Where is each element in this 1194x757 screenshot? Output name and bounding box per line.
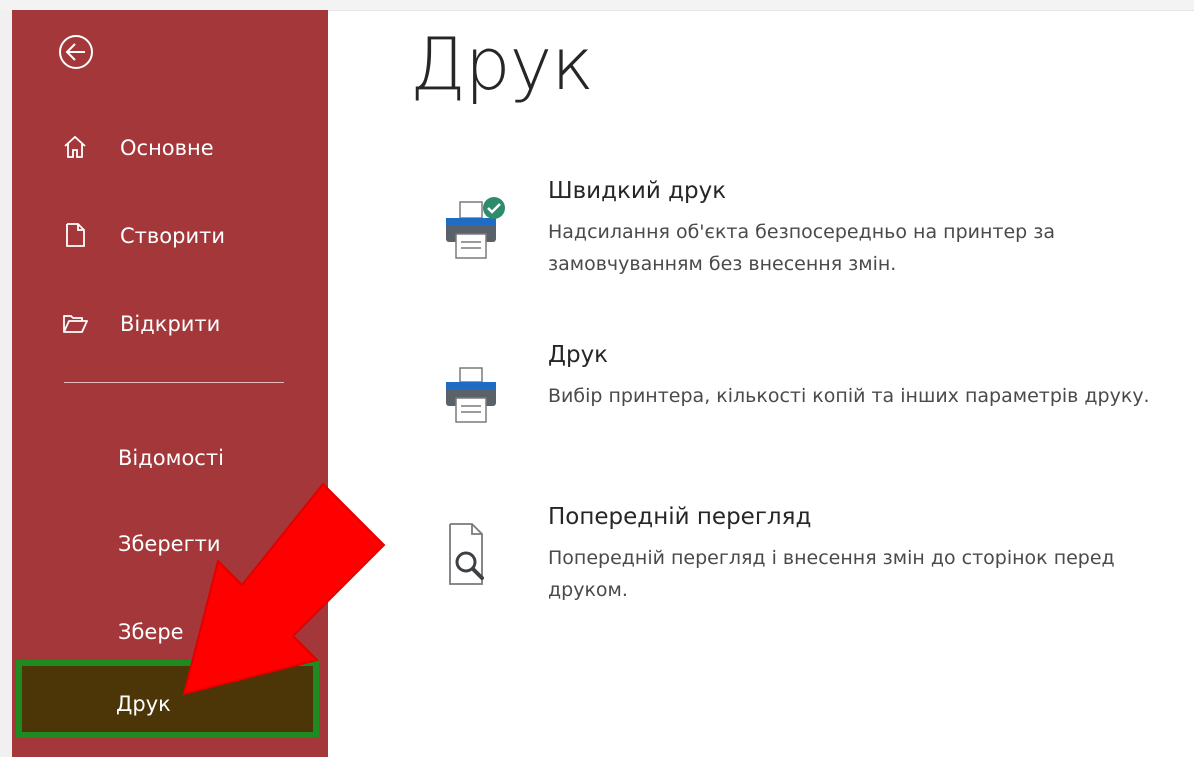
backstage-sidebar: Основне Створити Відкрити Відомості Збер… [12,10,328,757]
option-description: Попередній перегляд і внесення змін до с… [548,547,1115,601]
nav-item-save-as[interactable]: Збере [12,604,328,660]
nav-item-label: Відкрити [120,312,221,336]
option-description: Вибір принтера, кількості копій та інших… [548,385,1150,407]
nav-item-label: Створити [120,224,225,248]
print-preview-icon [436,518,516,598]
option-title: Швидкий друк [548,178,727,204]
nav-item-print-active[interactable]: Друк [16,660,319,738]
nav-item-info[interactable]: Відомості [12,430,328,486]
nav-item-label: Основне [120,136,214,160]
quick-print-option[interactable]: Швидкий друк Надсилання об'єкта безпосер… [430,178,1194,308]
nav-item-label: Відомості [118,446,224,470]
nav-item-label: Збере [118,620,184,644]
option-title: Друк [548,342,609,368]
home-icon [62,134,88,160]
print-option[interactable]: Друк Вибір принтера, кількості копій та … [430,342,1194,472]
quick-print-icon [436,192,516,272]
nav-item-new[interactable]: Створити [12,208,328,264]
back-arrow-circle-icon [59,35,93,69]
page-title: Друк [410,22,594,106]
option-description: Надсилання об'єкта безпосередньо на прин… [548,221,1056,275]
open-folder-icon [62,310,88,336]
option-title: Попередній перегляд [548,504,812,530]
nav-item-label: Друк [116,692,171,716]
back-button[interactable] [56,32,96,72]
nav-item-label: Зберегти [118,532,221,556]
new-document-icon [62,222,88,248]
sidebar-divider [64,382,284,383]
nav-item-home[interactable]: Основне [12,120,328,176]
nav-item-save[interactable]: Зберегти [12,516,328,572]
nav-item-open[interactable]: Відкрити [12,296,328,352]
printer-icon [436,356,516,436]
print-preview-option[interactable]: Попередній перегляд Попередній перегляд … [430,504,1194,634]
